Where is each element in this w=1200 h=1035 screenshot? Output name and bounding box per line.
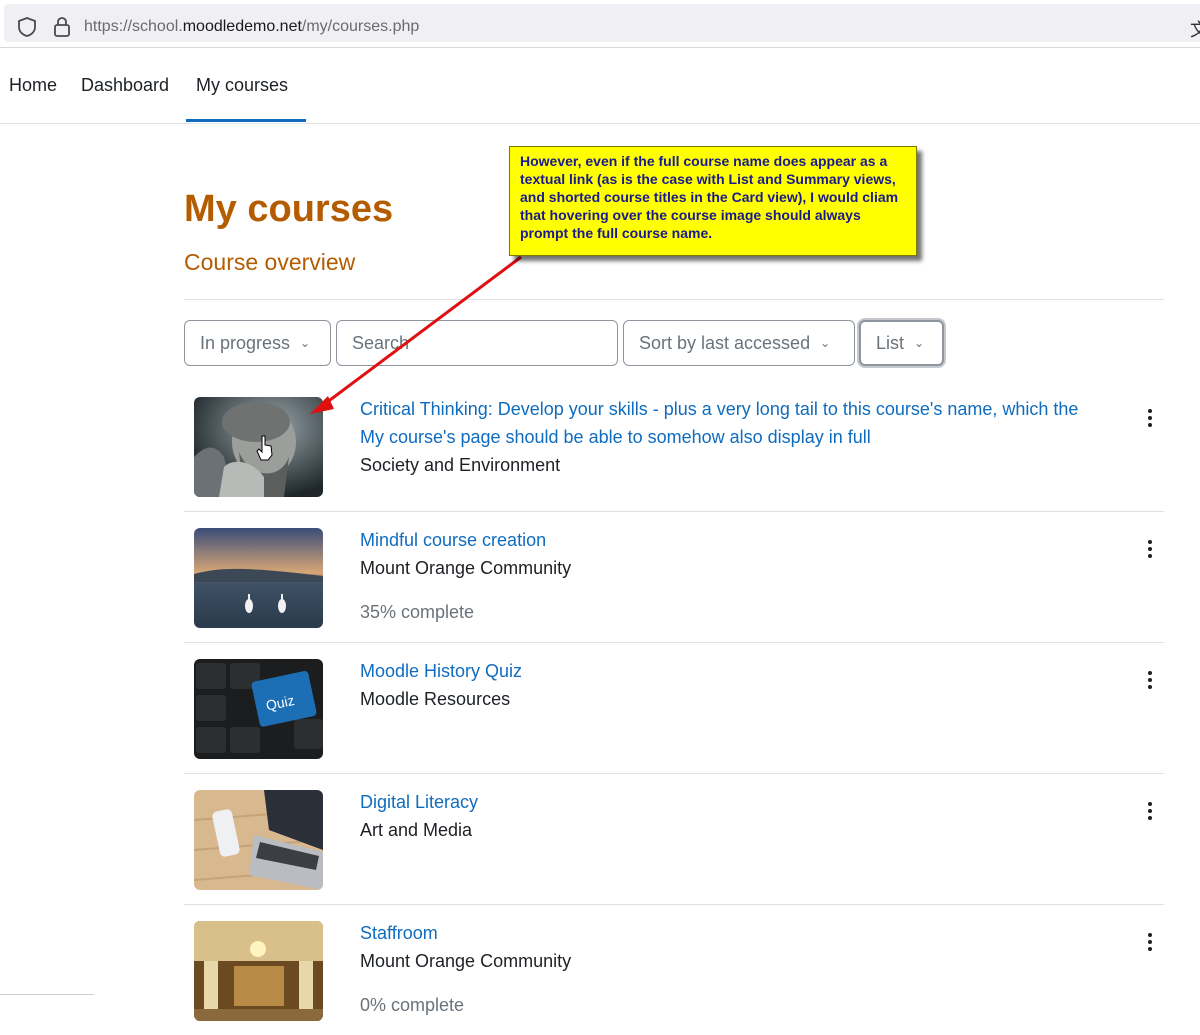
- url-text[interactable]: https://school.moodledemo.net/my/courses…: [84, 18, 419, 36]
- grouping-label: In progress: [200, 332, 291, 353]
- course-list-item: Digital Literacy Art and Media: [184, 774, 1164, 905]
- course-list-item: Critical Thinking: Develop your skills -…: [184, 381, 1164, 512]
- course-list-item: Mindful course creation Mount Orange Com…: [184, 512, 1164, 643]
- view-label: List: [876, 332, 905, 353]
- search-placeholder: Search: [352, 332, 410, 353]
- nav-home[interactable]: Home: [9, 75, 57, 96]
- active-tab-indicator: [186, 119, 306, 122]
- annotation-callout: However, even if the full course name do…: [509, 146, 917, 256]
- course-progress: 0% complete: [360, 995, 465, 1015]
- grouping-dropdown[interactable]: In progress ⌄: [184, 320, 331, 366]
- course-image[interactable]: [194, 528, 323, 628]
- course-name-link[interactable]: Mindful course creation: [360, 526, 1080, 554]
- course-category: Art and Media: [360, 820, 473, 840]
- primary-navigation: Home Dashboard My courses: [0, 48, 1200, 124]
- course-actions-menu[interactable]: [1144, 933, 1156, 953]
- chevron-down-icon: ⌄: [914, 336, 925, 350]
- course-image[interactable]: Quiz: [194, 659, 323, 759]
- browser-url-bar: https://school.moodledemo.net/my/courses…: [0, 0, 1200, 48]
- hand-cursor-icon: [256, 435, 273, 461]
- nav-dashboard[interactable]: Dashboard: [81, 75, 169, 96]
- course-category: Moodle Resources: [360, 689, 511, 709]
- page-title: My courses: [184, 188, 394, 230]
- course-list-item: Quiz Moodle History Quiz Moodle Resource…: [184, 643, 1164, 774]
- course-image[interactable]: [194, 790, 323, 890]
- course-actions-menu[interactable]: [1144, 802, 1156, 822]
- course-name-link[interactable]: Staffroom: [360, 919, 1080, 947]
- course-image[interactable]: [194, 397, 323, 497]
- sort-dropdown[interactable]: Sort by last accessed ⌄: [623, 320, 855, 366]
- divider: [184, 299, 1164, 300]
- course-category: Mount Orange Community: [360, 558, 572, 578]
- course-actions-menu[interactable]: [1144, 540, 1156, 560]
- course-image[interactable]: [194, 921, 323, 1021]
- course-name-link[interactable]: Moodle History Quiz: [360, 657, 1080, 685]
- course-actions-menu[interactable]: [1144, 409, 1156, 429]
- lock-icon[interactable]: [51, 15, 73, 39]
- chevron-down-icon: ⌄: [820, 336, 831, 350]
- chevron-down-icon: ⌄: [300, 336, 311, 350]
- address-field[interactable]: https://school.moodledemo.net/my/courses…: [4, 4, 1200, 42]
- status-line: [0, 994, 94, 995]
- sort-label: Sort by last accessed: [639, 332, 811, 353]
- search-input[interactable]: Search: [336, 320, 618, 366]
- translate-icon[interactable]: 文: [1190, 16, 1200, 42]
- course-category: Mount Orange Community: [360, 951, 572, 971]
- nav-my-courses[interactable]: My courses: [196, 75, 288, 96]
- section-title: Course overview: [184, 249, 356, 275]
- course-category: Society and Environment: [360, 455, 561, 475]
- course-progress: 35% complete: [360, 602, 475, 622]
- course-name-link[interactable]: Critical Thinking: Develop your skills -…: [360, 395, 1080, 451]
- course-actions-menu[interactable]: [1144, 671, 1156, 691]
- course-list-item: Staffroom Mount Orange Community 0% comp…: [184, 905, 1164, 1035]
- view-dropdown[interactable]: List ⌄: [859, 320, 944, 366]
- course-name-link[interactable]: Digital Literacy: [360, 788, 1080, 816]
- shield-icon[interactable]: [16, 16, 38, 38]
